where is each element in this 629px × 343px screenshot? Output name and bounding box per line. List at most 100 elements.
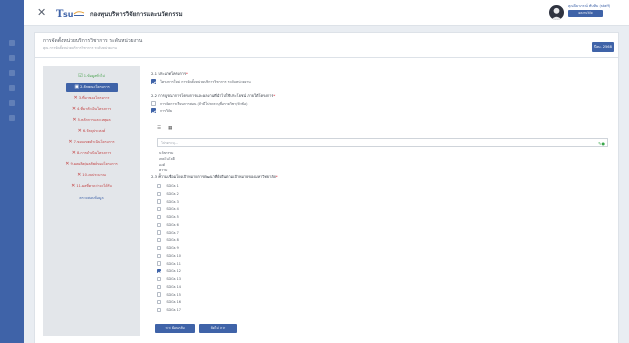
- checkbox-checked-icon[interactable]: [151, 79, 156, 85]
- settings-icon[interactable]: [9, 115, 15, 121]
- sdg-option[interactable]: SDGs 5: [157, 214, 179, 221]
- section-project-type-label: 2.1 ประเภทโครงการ*: [151, 71, 188, 76]
- checkbox-icon[interactable]: [157, 245, 162, 251]
- cross-icon: ✕: [71, 150, 76, 157]
- checkbox-icon[interactable]: [157, 276, 162, 282]
- home-icon[interactable]: [9, 55, 15, 61]
- section-sdgs-label: 2.3 ความเชื่อมโยงเป้าหมายการพัฒนาที่ยั่ง…: [151, 174, 278, 179]
- sdg-label: SDGs 16: [166, 300, 181, 305]
- step-item[interactable]: ✕6.วัตถุประสงค์: [43, 127, 140, 136]
- step-item[interactable]: ✕9.ผลผลิต/ผลลัพธ์ของโครงการ: [43, 160, 140, 169]
- sdg-option[interactable]: SDGs 13: [157, 276, 181, 283]
- checkbox-checked-icon[interactable]: [157, 269, 162, 274]
- sub-option-technology: เทคโนโลยี: [159, 157, 175, 161]
- sdg-option[interactable]: SDGs 7: [157, 230, 179, 237]
- sdg-label: SDGs 12: [166, 269, 181, 274]
- form-icon: ▣: [74, 84, 80, 91]
- sdg-option[interactable]: SDGs 17: [157, 307, 181, 314]
- sdg-option[interactable]: SDGs 1: [157, 183, 179, 190]
- cross-icon: ✕: [77, 172, 82, 179]
- checkbox-icon[interactable]: [157, 253, 162, 258]
- project-form: 2.1 ประเภทโครงการ* โครงการใหม่ การจัดตั้…: [149, 58, 614, 343]
- sdg-option[interactable]: SDGs 14: [157, 284, 181, 291]
- sdg-label: SDGs 6: [166, 222, 179, 227]
- list-icon[interactable]: ☰: [157, 126, 161, 131]
- cross-icon: ✕: [72, 117, 77, 124]
- sdg-option[interactable]: SDGs 15: [157, 292, 181, 299]
- integration-option-research[interactable]: การวิจัย: [151, 108, 172, 114]
- sdg-option[interactable]: SDGs 8: [157, 237, 179, 244]
- step-item[interactable]: ✕11.ผลที่คาดว่าจะได้รับ: [43, 182, 140, 191]
- role-button[interactable]: ผลงานวิจัย: [568, 10, 603, 17]
- step-label: ตรวจสอบข้อมูล: [79, 196, 104, 200]
- sdg-label: SDGs 1: [166, 184, 179, 188]
- step-item[interactable]: ☑1.ข้อมูลทั่วไป: [43, 72, 140, 81]
- menu-icon[interactable]: [9, 40, 15, 46]
- sdg-option[interactable]: SDGs 12: [157, 268, 181, 275]
- project-type-option[interactable]: โครงการใหม่ การจัดตั้งหน่วยบริการวิชาการ…: [151, 79, 251, 85]
- avatar[interactable]: [549, 5, 564, 20]
- step-item[interactable]: ▣2.ลักษณะโครงการ: [66, 83, 118, 92]
- cross-icon: ✕: [71, 106, 77, 113]
- steps-sidebar: ☑1.ข้อมูลทั่วไป ▣2.ลักษณะโครงการ ✕3.ที่มาข…: [43, 66, 140, 336]
- year-badge[interactable]: ปีงบ. 2568: [592, 42, 614, 52]
- checkbox-checked-icon[interactable]: [151, 108, 156, 114]
- checkbox-icon[interactable]: [157, 222, 162, 227]
- checkbox-icon[interactable]: [157, 238, 162, 243]
- step-label: 11.ผลที่คาดว่าจะได้รับ: [76, 184, 112, 188]
- sdg-option[interactable]: SDGs 16: [157, 299, 181, 306]
- checkbox-icon[interactable]: [157, 207, 162, 212]
- chart-icon[interactable]: [9, 100, 15, 106]
- checkbox-icon[interactable]: [157, 292, 162, 297]
- edit-icon[interactable]: ✎●: [598, 140, 605, 148]
- sdg-option[interactable]: SDGs 3: [157, 199, 179, 206]
- sdg-option[interactable]: SDGs 6: [157, 222, 179, 229]
- section-integration-label: 2.2 การบูรณาการโครงการและผลงานที่นำไปใช้…: [151, 93, 276, 98]
- sdg-option[interactable]: SDGs 4: [157, 206, 179, 213]
- sub-option-innovation: นวัตกรรม: [159, 151, 174, 155]
- checkbox-icon[interactable]: [157, 230, 162, 235]
- back-button[interactable]: << ย้อนกลับ: [155, 324, 195, 333]
- sdg-label: SDGs 15: [166, 292, 181, 297]
- checkbox-icon[interactable]: [157, 284, 162, 289]
- step-item[interactable]: ✕7.ขอบเขตดำเนินโครงการ: [43, 138, 140, 147]
- checkbox-icon[interactable]: [157, 183, 162, 189]
- step-label: 6.วัตถุประสงค์: [82, 129, 106, 133]
- image-icon[interactable]: ▦: [168, 126, 172, 131]
- step-label: 3.ที่มาของโครงการ: [78, 96, 110, 100]
- sdg-label: SDGs 17: [166, 308, 181, 312]
- folder-icon[interactable]: [9, 85, 15, 91]
- step-label: 10.งบประมาณ: [82, 173, 106, 177]
- sdg-label: SDGs 9: [166, 246, 179, 250]
- step-item[interactable]: ✕5.หลักการและเหตุผล: [43, 116, 140, 125]
- sdg-option[interactable]: SDGs 9: [157, 245, 179, 252]
- step-label: 4.ที่มาตัวเงินโครงการ: [77, 107, 112, 111]
- close-icon[interactable]: ✕: [37, 7, 46, 18]
- sdg-label: SDGs 11: [166, 261, 181, 266]
- checkbox-icon[interactable]: [157, 300, 162, 305]
- sdg-option[interactable]: SDGs 2: [157, 191, 179, 198]
- next-button[interactable]: ถัดไป >>: [199, 324, 237, 333]
- checkbox-icon[interactable]: [157, 214, 162, 220]
- editor-toolbar: ☰ ▦: [157, 126, 179, 131]
- step-item[interactable]: ✕10.งบประมาณ: [43, 171, 140, 180]
- checkbox-icon[interactable]: [151, 101, 156, 107]
- sdg-option[interactable]: SDGs 11: [157, 261, 181, 268]
- logo-icon: T su: [56, 9, 85, 19]
- step-item[interactable]: ตรวจสอบข้อมูล: [43, 194, 140, 203]
- cross-icon: ✕: [68, 139, 73, 146]
- checkbox-icon[interactable]: [157, 199, 162, 204]
- sdg-label: SDGs 13: [166, 277, 181, 281]
- document-icon[interactable]: [9, 70, 15, 76]
- step-item[interactable]: ✕4.ที่มาตัวเงินโครงการ: [43, 105, 140, 114]
- integration-option-teaching[interactable]: การจัดการเรียนการสอน (ถ้ามีโปรดระบุชื่อร…: [151, 101, 247, 107]
- check-icon: ☑: [78, 73, 83, 80]
- sdg-option[interactable]: SDGs 10: [157, 253, 181, 260]
- checkbox-icon[interactable]: [157, 261, 162, 266]
- sdg-label: SDGs 5: [166, 215, 179, 219]
- checkbox-icon[interactable]: [157, 191, 162, 196]
- checkbox-icon[interactable]: [157, 307, 162, 313]
- research-detail-input[interactable]: โปรดระบุ... ✎●: [157, 138, 608, 147]
- step-item[interactable]: ✕3.ที่มาของโครงการ: [43, 94, 140, 103]
- step-item[interactable]: ✕8.การดำเนินโครงการ: [43, 149, 140, 158]
